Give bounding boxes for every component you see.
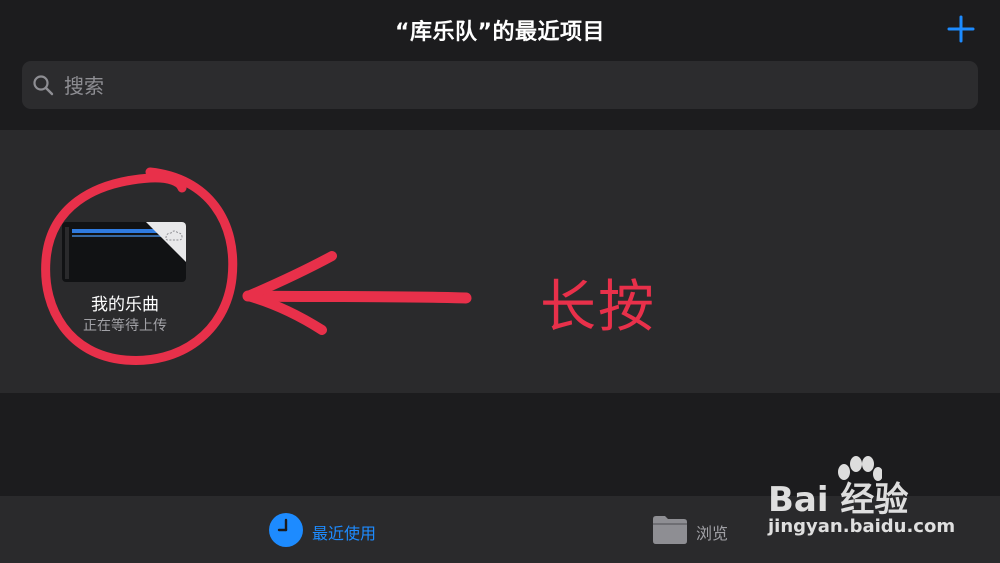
- clock-icon: [269, 513, 303, 547]
- tab-browse-label: 浏览: [696, 524, 729, 543]
- page-title: “库乐队”的最近项目: [395, 20, 605, 45]
- watermark-url: jingyan.baidu.com: [768, 516, 956, 537]
- search-icon: [33, 75, 54, 96]
- watermark-brand: Bai 经验: [768, 480, 909, 520]
- navigation-header: “库乐队”的最近项目: [0, 0, 1000, 130]
- folder-icon: [653, 516, 687, 544]
- annotation-arrow: [242, 251, 472, 335]
- annotation-circle: [41, 167, 238, 365]
- annotation-label: 长按: [540, 275, 656, 340]
- search-bar[interactable]: [22, 61, 978, 111]
- tab-recent-label: 最近使用: [312, 524, 377, 543]
- plus-icon[interactable]: [944, 12, 978, 46]
- baidu-jingyan-watermark: Bai 经验 jingyan.baidu.com: [764, 452, 984, 552]
- search-input[interactable]: [62, 61, 946, 111]
- tab-recent[interactable]: 最近使用: [266, 496, 406, 563]
- tab-browse[interactable]: 浏览: [650, 496, 750, 563]
